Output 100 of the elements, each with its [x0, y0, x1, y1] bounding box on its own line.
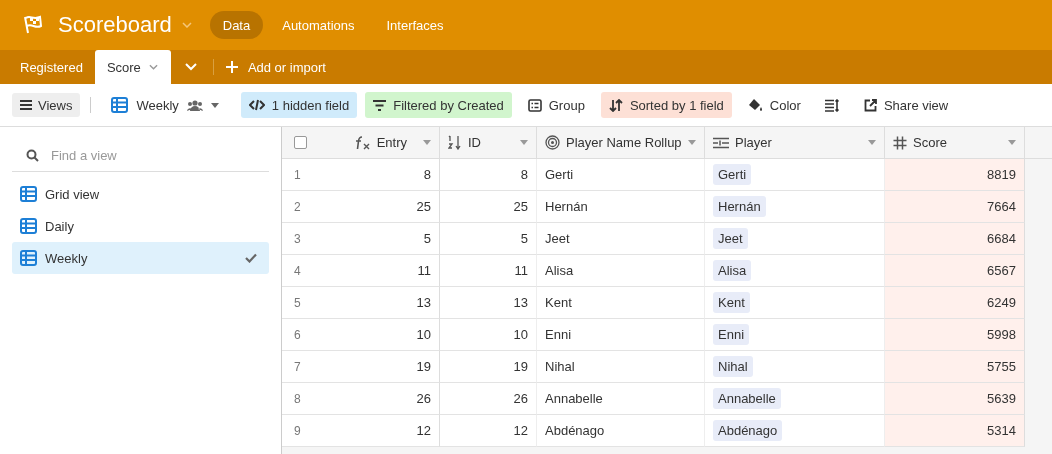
group-button[interactable]: Group: [519, 92, 593, 118]
table-cell: Abdénago: [537, 415, 705, 447]
table-cell: 26: [340, 383, 440, 415]
row-number: 5: [294, 295, 301, 310]
link-field-icon: [713, 136, 729, 149]
column-header[interactable]: Player Name Rollup: [537, 127, 705, 158]
table-cell: Hernán: [537, 191, 705, 223]
hash-icon: [893, 135, 907, 150]
row-number: 2: [294, 199, 301, 214]
search-field[interactable]: Find a view: [49, 146, 253, 164]
column-header[interactable]: Entry: [340, 127, 440, 158]
table-cell: 12: [340, 415, 440, 447]
table-cell: 11: [340, 255, 440, 287]
table-cell: 8: [340, 159, 440, 191]
linked-record-chip[interactable]: Alisa: [713, 260, 752, 281]
linked-record-chip[interactable]: Nihal: [713, 356, 753, 377]
chevron-down-icon[interactable]: [148, 64, 158, 70]
table-cell: 5314: [885, 415, 1025, 447]
row-height-icon: [824, 98, 840, 112]
filter-icon: [373, 99, 387, 111]
linked-record-chip[interactable]: Kent: [713, 292, 750, 313]
views-button[interactable]: Views: [12, 93, 81, 117]
linked-record-chip[interactable]: Annabelle: [713, 388, 781, 409]
row-number: 8: [294, 391, 301, 406]
table-cell: Nihal: [537, 351, 705, 383]
linked-record-chip[interactable]: Hernán: [713, 196, 766, 217]
row-number: 4: [294, 263, 301, 278]
table-cell: Jeet: [537, 223, 705, 255]
row-number: 3: [294, 231, 301, 246]
sort-button[interactable]: Sorted by 1 field: [600, 92, 732, 118]
table-cell: 25: [440, 191, 537, 223]
table-cell: 6249: [885, 287, 1025, 319]
table-cell: 25: [340, 191, 440, 223]
hide-fields-button[interactable]: 1 hidden field: [240, 92, 358, 118]
people-icon: [186, 99, 203, 111]
linked-record-chip[interactable]: Abdénago: [713, 420, 783, 441]
table-tab[interactable]: Score: [94, 50, 171, 84]
share-view-button[interactable]: Share view: [855, 92, 957, 118]
caret-icon[interactable]: [1008, 140, 1016, 145]
row-number: 1: [294, 167, 301, 182]
table-cell: 12: [440, 415, 537, 447]
table-cell: 19: [340, 351, 440, 383]
menu-icon: [20, 100, 32, 110]
table-cell: 11: [440, 255, 537, 287]
caret-icon[interactable]: [868, 140, 876, 145]
grid-icon: [20, 218, 37, 234]
table-cell: 5998: [885, 319, 1025, 351]
row-number: 9: [294, 423, 301, 438]
search-icon: [26, 148, 39, 162]
paint-bucket-icon: [747, 98, 763, 112]
table-cell: 6684: [885, 223, 1025, 255]
grid-icon: [111, 97, 129, 113]
table-cell: 13: [340, 287, 440, 319]
color-button[interactable]: Color: [739, 92, 809, 118]
view-item[interactable]: Grid view: [12, 178, 269, 210]
table-cell: 8819: [885, 159, 1025, 191]
row-number: 7: [294, 359, 301, 374]
sort-icon: [608, 98, 623, 112]
view-item[interactable]: Weekly: [12, 242, 269, 274]
table-cell: Alisa: [537, 255, 705, 287]
select-all-checkbox[interactable]: [294, 136, 307, 149]
column-header[interactable]: ID: [440, 127, 537, 158]
caret-icon: [210, 102, 219, 108]
table-cell: Gerti: [537, 159, 705, 191]
table-cell: 13: [440, 287, 537, 319]
table-cell: 5: [440, 223, 537, 255]
linked-record-chip[interactable]: Gerti: [713, 164, 752, 185]
number-sort-icon: [448, 135, 462, 150]
table-cell: 7664: [885, 191, 1025, 223]
view-switcher[interactable]: Weekly: [103, 97, 227, 113]
grid-icon: [20, 186, 37, 202]
view-item[interactable]: Daily: [12, 210, 269, 242]
plus-icon: [225, 61, 238, 73]
code-icon: [248, 99, 265, 111]
filter-button[interactable]: Filtered by Created: [365, 92, 512, 118]
table-cell: 8: [440, 159, 537, 191]
column-header[interactable]: Player: [705, 127, 885, 158]
linked-record-chip[interactable]: Jeet: [713, 228, 748, 249]
formula-icon: [354, 135, 371, 150]
table-cell: Enni: [537, 319, 705, 351]
caret-icon[interactable]: [520, 140, 528, 145]
table-cell: 5755: [885, 351, 1025, 383]
table-cell: 5639: [885, 383, 1025, 415]
row-number: 6: [294, 327, 301, 342]
external-link-icon: [863, 98, 877, 112]
spiral-icon: [545, 135, 560, 150]
chevron-down-icon[interactable]: [181, 22, 192, 28]
table-cell: Annabelle: [537, 383, 705, 415]
table-cell: Kent: [537, 287, 705, 319]
table-cell: 19: [440, 351, 537, 383]
table-cell: 6567: [885, 255, 1025, 287]
linked-record-chip[interactable]: Enni: [713, 324, 750, 345]
flag-icon: [22, 15, 44, 35]
caret-icon[interactable]: [423, 140, 431, 145]
caret-icon[interactable]: [688, 140, 696, 145]
nav-tab[interactable]: Data: [209, 11, 264, 39]
checkmark-icon: [245, 253, 257, 263]
table-cell: 5: [340, 223, 440, 255]
grid-icon: [20, 250, 37, 266]
table-cell: 26: [440, 383, 537, 415]
